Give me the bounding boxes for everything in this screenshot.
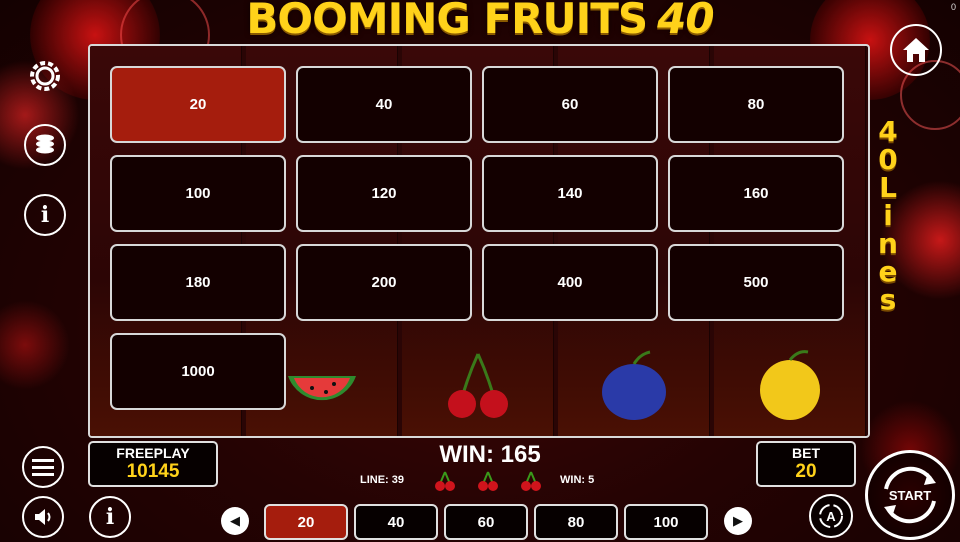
info-icon: i	[105, 504, 115, 530]
bet-label: BET	[792, 445, 820, 461]
bet-selector-option-80[interactable]: 80	[534, 504, 618, 540]
bet-selector-option-60[interactable]: 60	[444, 504, 528, 540]
start-button[interactable]: START	[865, 450, 955, 540]
bet-selector-option-100[interactable]: 100	[624, 504, 708, 540]
lines-count-label: 40Lines	[873, 118, 903, 314]
home-icon	[903, 38, 929, 62]
svg-text:A: A	[826, 509, 836, 524]
bet-option-160[interactable]: 160	[668, 155, 844, 232]
info-button[interactable]: i	[24, 194, 66, 236]
bet-selector-option-40[interactable]: 40	[354, 504, 438, 540]
bet-option-200[interactable]: 200	[296, 244, 472, 321]
bet-selector-option-20[interactable]: 20	[264, 504, 348, 540]
watermelon-icon	[288, 376, 356, 401]
lines-label-char: L	[879, 171, 897, 204]
game-title: BOOMING FRUITS 40	[0, 0, 960, 43]
win-line-amount: WIN: 5	[560, 474, 595, 486]
lines-label-char: s	[879, 283, 897, 316]
chevron-right-icon: ▶	[733, 513, 743, 528]
lemon-icon	[760, 350, 820, 420]
paytable-info-button[interactable]: i	[89, 496, 131, 538]
info-icon: i	[40, 202, 50, 228]
game-title-text: BOOMING FRUITS	[246, 0, 648, 43]
background-bokeh	[0, 300, 70, 390]
freeplay-panel: FREEPLAY 10145	[88, 441, 218, 487]
win-amount: WIN: 165	[439, 441, 541, 468]
lines-label-char: 0	[878, 143, 898, 176]
autoplay-button[interactable]: A	[809, 494, 853, 538]
sound-button[interactable]	[22, 496, 64, 538]
bet-option-1000[interactable]: 1000	[110, 333, 286, 410]
bet-increase-button[interactable]: ▶	[724, 507, 752, 535]
bet-option-120[interactable]: 120	[296, 155, 472, 232]
freeplay-label: FREEPLAY	[116, 445, 190, 461]
lines-label-char: e	[878, 255, 898, 288]
cherry-icon	[478, 471, 498, 491]
bet-option-180[interactable]: 180	[110, 244, 286, 321]
plum-icon	[602, 350, 666, 420]
cherry-icon	[448, 353, 508, 418]
reel-area: 20 40 60 80 100 120 140 160 180 200 400 500 1000	[88, 44, 870, 438]
freeplay-value: 10145	[126, 461, 180, 482]
gear-icon	[30, 61, 60, 91]
speaker-icon	[35, 509, 51, 525]
bet-option-140[interactable]: 140	[482, 155, 658, 232]
bet-option-20[interactable]: 20	[110, 66, 286, 143]
cherry-icon	[435, 471, 455, 491]
bet-option-500[interactable]: 500	[668, 244, 844, 321]
bet-option-40[interactable]: 40	[296, 66, 472, 143]
bet-option-60[interactable]: 60	[482, 66, 658, 143]
settings-button[interactable]	[24, 55, 66, 97]
bet-panel: BET 20	[756, 441, 856, 487]
bet-option-80[interactable]: 80	[668, 66, 844, 143]
menu-button[interactable]	[22, 446, 64, 488]
cherry-icon	[521, 471, 541, 491]
start-label: START	[888, 487, 932, 503]
home-button[interactable]	[890, 24, 942, 76]
bet-value: 20	[795, 461, 817, 482]
coins-button[interactable]	[24, 124, 66, 166]
menu-icon	[32, 459, 54, 476]
autoplay-icon: A	[819, 504, 843, 528]
lines-label-char: 4	[878, 115, 898, 148]
bet-option-400[interactable]: 400	[482, 244, 658, 321]
win-line-number: LINE: 39	[360, 474, 405, 486]
bet-option-100[interactable]: 100	[110, 155, 286, 232]
coins-icon	[36, 134, 54, 154]
chevron-left-icon: ◀	[230, 513, 240, 528]
game-title-number: 40	[657, 0, 714, 43]
bet-decrease-button[interactable]: ◀	[221, 507, 249, 535]
lines-label-char: i	[883, 199, 893, 232]
corner-counter: 0	[950, 2, 956, 12]
lines-label-char: n	[878, 227, 898, 260]
